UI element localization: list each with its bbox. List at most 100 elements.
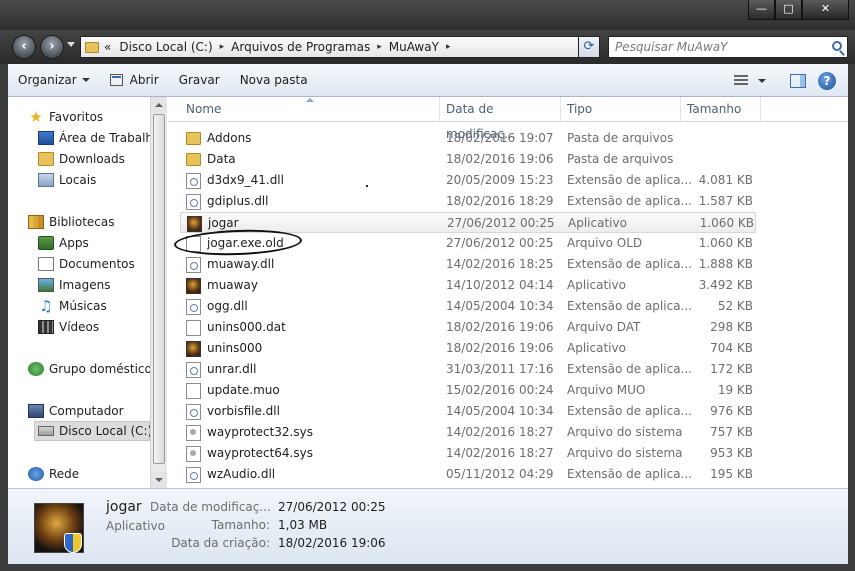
sidebar-item-libraries[interactable]: Bibliotecas xyxy=(28,212,114,232)
sidebar-item-favorites[interactable]: ★ Favoritos xyxy=(28,107,103,127)
forward-button[interactable]: › xyxy=(40,35,64,59)
file-name: gdiplus.dll xyxy=(207,194,269,208)
file-type: Arquivo do sistema xyxy=(567,425,683,439)
refresh-button[interactable]: ⟳ xyxy=(578,36,600,58)
scroll-up-button[interactable] xyxy=(151,97,167,113)
details-created-value: 18/02/2016 19:06 xyxy=(278,536,386,550)
file-name: wzAudio.dll xyxy=(207,467,276,481)
sidebar-item-videos[interactable]: Vídeos xyxy=(38,317,99,337)
file-row[interactable]: d3dx9_41.dll 20/05/2009 15:23 Extensão d… xyxy=(180,170,756,191)
navigation-scrollbar[interactable] xyxy=(150,97,167,488)
file-row[interactable]: Addons 18/02/2016 19:07 Pasta de arquivo… xyxy=(180,128,756,149)
file-row[interactable]: gdiplus.dll 18/02/2016 18:29 Extensão de… xyxy=(180,191,756,212)
breadcrumb-separator[interactable]: ▸ xyxy=(446,42,451,52)
recent-pages-dropdown[interactable] xyxy=(67,42,75,47)
file-size: 757 KB xyxy=(710,425,753,439)
title-bar[interactable]: — □ ✕ xyxy=(0,0,855,30)
file-name: unins000 xyxy=(207,341,263,355)
scroll-down-button[interactable] xyxy=(151,472,167,488)
sidebar-item-music[interactable]: ♫ Músicas xyxy=(38,296,107,316)
breadcrumb-overflow[interactable]: « xyxy=(104,40,111,54)
close-button[interactable]: ✕ xyxy=(802,0,849,20)
file-list: Nome Data de modificaç... Tipo Tamanho A… xyxy=(168,97,848,488)
dll-icon xyxy=(186,466,201,483)
sidebar-item-documents[interactable]: Documentos xyxy=(38,254,135,274)
file-row[interactable]: unins000 18/02/2016 19:06 Aplicativo 704… xyxy=(180,338,756,359)
file-name: jogar xyxy=(208,216,239,230)
open-button[interactable]: Abrir xyxy=(100,64,169,97)
file-row[interactable]: wzAudio.dll 05/11/2012 04:29 Extensão de… xyxy=(180,464,756,485)
sidebar-item-apps[interactable]: Apps xyxy=(38,233,89,253)
details-modified-value: 27/06/2012 00:25 xyxy=(278,500,386,514)
help-icon[interactable]: ? xyxy=(818,71,836,90)
file-date: 14/02/2016 18:25 xyxy=(446,257,554,271)
navigation-pane: ★ Favoritos Área de Trabalho Downloads L… xyxy=(8,97,168,488)
sidebar-item-desktop[interactable]: Área de Trabalho xyxy=(38,128,160,148)
column-name[interactable]: Nome xyxy=(180,97,440,122)
file-row[interactable]: muaway.dll 14/02/2016 18:25 Extensão de … xyxy=(180,254,756,275)
search-input[interactable] xyxy=(609,37,819,57)
search-icon[interactable] xyxy=(832,41,842,51)
sidebar-item-local-disk[interactable]: Disco Local (C:) xyxy=(34,421,152,441)
breadcrumb-separator[interactable]: ▸ xyxy=(220,42,225,52)
file-name: unrar.dll xyxy=(207,362,257,376)
sidebar-item-downloads[interactable]: Downloads xyxy=(38,149,125,169)
file-row[interactable]: unins000.dat 18/02/2016 19:06 Arquivo DA… xyxy=(180,317,756,338)
file-type: Extensão de aplica... xyxy=(567,194,692,208)
column-type[interactable]: Tipo xyxy=(561,97,681,122)
file-name: unins000.dat xyxy=(207,320,286,334)
file-icon xyxy=(186,319,201,336)
organize-button[interactable]: Organizar xyxy=(8,64,100,97)
maximize-button[interactable]: □ xyxy=(775,0,802,20)
file-date: 14/02/2016 18:27 xyxy=(446,425,554,439)
sidebar-item-network[interactable]: Rede xyxy=(28,464,79,484)
file-row[interactable]: unrar.dll 31/03/2011 17:16 Extensão de a… xyxy=(180,359,756,380)
address-bar[interactable]: « Disco Local (C:) ▸ Arquivos de Program… xyxy=(80,36,600,58)
file-type: Extensão de aplica... xyxy=(567,299,692,313)
burn-button[interactable]: Gravar xyxy=(169,64,230,97)
sidebar-item-places[interactable]: Locais xyxy=(38,170,96,190)
file-row[interactable]: wayprotect64.sys 14/02/2016 18:27 Arquiv… xyxy=(180,443,756,464)
file-row-selected[interactable]: jogar 27/06/2012 00:25 Aplicativo 1.060 … xyxy=(180,212,756,233)
file-size: 1.888 KB xyxy=(698,257,753,271)
sidebar-item-label: Favoritos xyxy=(49,110,104,124)
file-size: 4.081 KB xyxy=(698,173,753,187)
sidebar-item-label: Músicas xyxy=(59,299,107,313)
breadcrumb-drive[interactable]: Disco Local (C:) xyxy=(119,40,212,54)
breadcrumb-program-files[interactable]: Arquivos de Programas xyxy=(231,40,370,54)
file-row[interactable]: muaway 14/10/2012 04:14 Aplicativo 3.492… xyxy=(180,275,756,296)
sidebar-item-computer[interactable]: Computador xyxy=(28,401,124,421)
details-size-label: Tamanho: xyxy=(211,518,270,532)
file-row[interactable]: ogg.dll 14/05/2004 10:34 Extensão de apl… xyxy=(180,296,756,317)
search-box[interactable] xyxy=(608,36,848,58)
breadcrumb-muaway[interactable]: MuAwaY xyxy=(389,40,439,54)
cursor-mark xyxy=(366,185,368,187)
scrollbar-thumb[interactable] xyxy=(153,114,165,464)
column-size[interactable]: Tamanho xyxy=(681,97,761,122)
file-row[interactable]: Data 18/02/2016 19:06 Pasta de arquivos xyxy=(180,149,756,170)
file-row[interactable]: jogar.exe.old 27/06/2012 00:25 Arquivo O… xyxy=(180,233,756,254)
file-type: Arquivo do sistema xyxy=(567,446,683,460)
file-date: 05/11/2012 04:29 xyxy=(446,467,554,481)
file-row[interactable]: update.muo 15/02/2016 00:24 Arquivo MUO … xyxy=(180,380,756,401)
sidebar-item-label: Grupo doméstico xyxy=(49,362,152,376)
change-view-button[interactable] xyxy=(730,64,770,97)
sidebar-item-pictures[interactable]: Imagens xyxy=(38,275,110,295)
file-row[interactable]: vorbisfile.dll 14/05/2004 10:34 Extensão… xyxy=(180,401,756,422)
new-folder-button[interactable]: Nova pasta xyxy=(230,64,318,97)
open-label: Abrir xyxy=(129,73,159,87)
file-date: 31/03/2011 17:16 xyxy=(446,362,554,376)
music-icon: ♫ xyxy=(39,297,53,315)
column-date-modified[interactable]: Data de modificaç... xyxy=(440,97,561,141)
file-row[interactable]: wayprotect32.sys 14/02/2016 18:27 Arquiv… xyxy=(180,422,756,443)
breadcrumb-separator[interactable]: ▸ xyxy=(377,42,382,52)
back-button[interactable]: ‹ xyxy=(12,35,36,59)
file-size xyxy=(683,128,753,149)
preview-pane-icon[interactable] xyxy=(790,73,806,88)
file-date: 14/05/2004 10:34 xyxy=(446,404,554,418)
sidebar-item-label: Documentos xyxy=(59,257,135,271)
star-icon: ★ xyxy=(29,108,43,126)
minimize-button[interactable]: — xyxy=(748,0,775,20)
homegroup-icon xyxy=(28,362,44,376)
sidebar-item-homegroup[interactable]: Grupo doméstico xyxy=(28,359,152,379)
